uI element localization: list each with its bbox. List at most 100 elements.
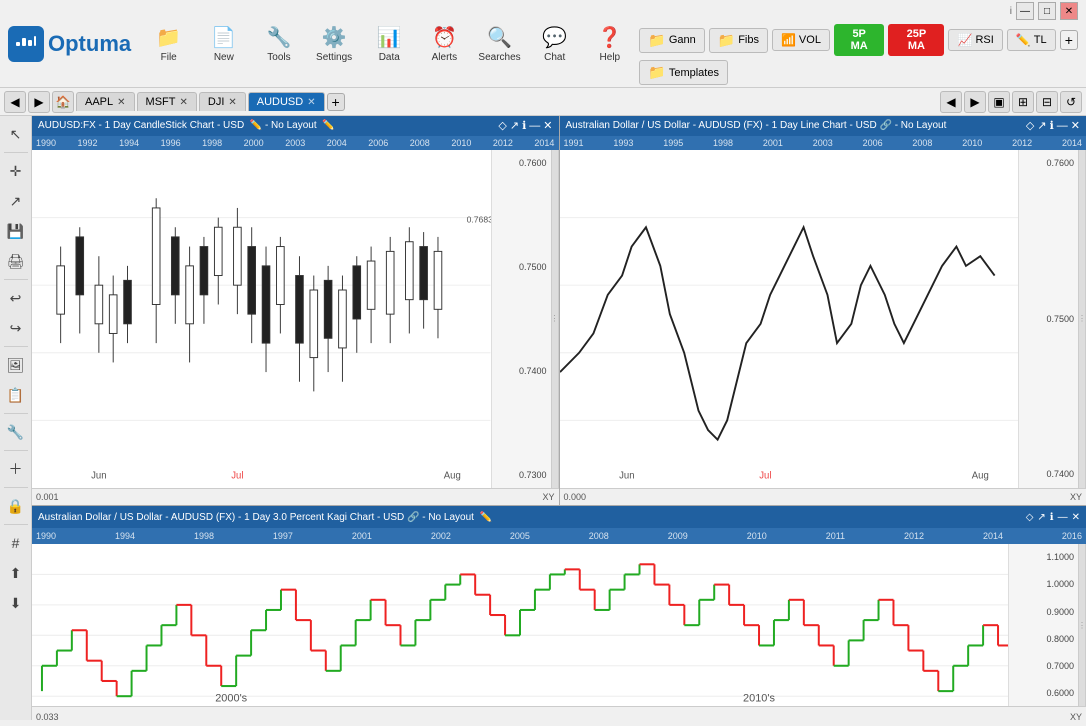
tab-aapl-close[interactable]: ✕ bbox=[117, 97, 125, 108]
kagi-timeline-labels: 1990 1994 1998 1997 2001 2002 2005 2008 … bbox=[36, 531, 1082, 541]
kagi-minimize-icon[interactable]: — bbox=[1058, 512, 1068, 523]
kagi-bottom-bar: 0.033 XY bbox=[32, 706, 1086, 726]
tab-msft-label: MSFT bbox=[146, 96, 176, 108]
tl-button[interactable]: ✏️ TL bbox=[1007, 29, 1056, 51]
close-chart-icon[interactable]: ✕ bbox=[543, 119, 552, 132]
toolbar-new[interactable]: 📄 New bbox=[198, 21, 249, 67]
sidebar-crosshair-icon[interactable]: ✛ bbox=[2, 157, 30, 185]
win-close[interactable]: ✕ bbox=[1060, 2, 1078, 20]
nav-home[interactable]: 🏠 bbox=[52, 91, 74, 113]
sidebar-print-icon[interactable]: 🖨 bbox=[2, 247, 30, 275]
resize-handle[interactable]: ⋮ bbox=[551, 150, 559, 488]
ma5p-button[interactable]: 5P MA bbox=[834, 24, 884, 56]
tab-audusd-close[interactable]: ✕ bbox=[307, 97, 315, 108]
svg-text:Aug: Aug bbox=[971, 470, 988, 481]
rsi-button[interactable]: 📈 RSI bbox=[948, 29, 1002, 51]
sidebar-plus-icon[interactable]: ＋ bbox=[2, 455, 30, 483]
chat-icon: 💬 bbox=[542, 25, 567, 50]
sidebar-undo-icon[interactable]: ↩ bbox=[2, 284, 30, 312]
nav-layout-options[interactable]: ⊟ bbox=[1036, 91, 1058, 113]
line-header-icons: ◇ ↗ ℹ — ✕ bbox=[1026, 119, 1080, 132]
nav-layout-grid[interactable]: ⊞ bbox=[1012, 91, 1034, 113]
toolbar-settings[interactable]: ⚙️ Settings bbox=[309, 21, 360, 67]
line-bottom-bar: 0.000 XY bbox=[560, 488, 1086, 506]
ma25p-button[interactable]: 25P MA bbox=[888, 24, 944, 56]
tab-msft[interactable]: MSFT ✕ bbox=[137, 92, 197, 111]
sidebar-save-icon[interactable]: 💾 bbox=[2, 217, 30, 245]
toolbar-tools[interactable]: 🔧 Tools bbox=[253, 21, 304, 67]
line-expand-icon[interactable]: ↗ bbox=[1037, 119, 1046, 132]
pin-icon[interactable]: ◇ bbox=[498, 119, 506, 132]
add-tab-button[interactable]: + bbox=[327, 93, 345, 111]
sidebar-sep-5 bbox=[4, 450, 28, 451]
sidebar-upload-icon[interactable]: ⬆ bbox=[2, 559, 30, 587]
tools-icon: 🔧 bbox=[267, 25, 292, 50]
toolbar-searches[interactable]: 🔍 Searches bbox=[474, 21, 525, 67]
sidebar-sep-2 bbox=[4, 279, 28, 280]
tl-label: TL bbox=[1034, 34, 1047, 46]
svg-text:Jul: Jul bbox=[231, 470, 243, 481]
info-icon[interactable]: ℹ bbox=[522, 119, 526, 132]
line-resize-handle[interactable]: ⋮ bbox=[1078, 150, 1086, 488]
gann-label: Gann bbox=[669, 34, 696, 46]
expand-icon[interactable]: ↗ bbox=[510, 119, 519, 132]
sidebar-cursor-icon[interactable]: ↖ bbox=[2, 120, 30, 148]
add-toolbar-button[interactable]: + bbox=[1060, 30, 1078, 50]
line-info-icon[interactable]: ℹ bbox=[1050, 119, 1054, 132]
toolbar-file[interactable]: 📁 File bbox=[143, 21, 194, 67]
minimize-chart-icon[interactable]: — bbox=[529, 120, 540, 132]
kagi-expand-icon[interactable]: ↗ bbox=[1037, 512, 1045, 523]
candlestick-axis: 0.7600 0.7500 0.7400 0.7300 bbox=[491, 150, 551, 488]
candlestick-timeline: 1990 1992 1994 1996 1998 2000 2003 2004 … bbox=[32, 136, 559, 150]
sidebar-sep-4 bbox=[4, 413, 28, 414]
templates-button[interactable]: 📁 Templates bbox=[639, 60, 728, 85]
fibs-button[interactable]: 📁 Fibs bbox=[709, 28, 768, 53]
candlestick-body[interactable]: Jun Jul Aug 0.7683 bbox=[32, 150, 491, 488]
tab-aapl[interactable]: AAPL ✕ bbox=[76, 92, 135, 111]
nav-layout-single[interactable]: ▣ bbox=[988, 91, 1010, 113]
kagi-pin-icon[interactable]: ◇ bbox=[1026, 512, 1034, 523]
toolbar-alerts[interactable]: ⏰ Alerts bbox=[419, 21, 470, 67]
sidebar-redo-icon[interactable]: ↪ bbox=[2, 314, 30, 342]
sidebar-wrench-icon[interactable]: 🔧 bbox=[2, 418, 30, 446]
nav-prev-chart[interactable]: ◀ bbox=[940, 91, 962, 113]
tab-aapl-label: AAPL bbox=[85, 96, 113, 108]
kagi-info-icon[interactable]: ℹ bbox=[1050, 512, 1054, 523]
new-icon: 📄 bbox=[211, 25, 236, 50]
kagi-scale: 0.033 bbox=[36, 712, 59, 722]
sidebar-lock-icon[interactable]: 🔒 bbox=[2, 492, 30, 520]
nav-back[interactable]: ◀ bbox=[4, 91, 26, 113]
nav-right-controls: ◀ ▶ ▣ ⊞ ⊟ ↺ bbox=[940, 91, 1082, 113]
line-close-icon[interactable]: ✕ bbox=[1071, 119, 1080, 132]
sidebar-grid-icon[interactable]: # bbox=[2, 529, 30, 557]
toolbar-help[interactable]: ❓ Help bbox=[584, 21, 635, 67]
line-pin-icon[interactable]: ◇ bbox=[1026, 119, 1034, 132]
tab-dji-close[interactable]: ✕ bbox=[228, 97, 236, 108]
nav-refresh[interactable]: ↺ bbox=[1060, 91, 1082, 113]
kagi-resize-handle[interactable]: ⋮ bbox=[1078, 544, 1086, 706]
kagi-body[interactable]: 2000's 2010's bbox=[32, 544, 1008, 706]
win-minimize[interactable]: — bbox=[1016, 2, 1034, 20]
kagi-xy: XY bbox=[1070, 712, 1082, 722]
chat-label: Chat bbox=[544, 52, 565, 63]
tab-dji[interactable]: DJI ✕ bbox=[199, 92, 246, 111]
tab-audusd[interactable]: AUDUSD ✕ bbox=[248, 92, 325, 111]
nav-next-chart[interactable]: ▶ bbox=[964, 91, 986, 113]
toolbar-data[interactable]: 📊 Data bbox=[364, 21, 415, 67]
nav-forward[interactable]: ▶ bbox=[28, 91, 50, 113]
gann-button[interactable]: 📁 Gann bbox=[639, 28, 704, 53]
sidebar-download-icon[interactable]: ⬇ bbox=[2, 589, 30, 617]
sidebar-sep-6 bbox=[4, 487, 28, 488]
sidebar-image-icon[interactable]: 🖼 bbox=[2, 351, 30, 379]
win-maximize[interactable]: □ bbox=[1038, 2, 1056, 20]
kagi-axis: 1.1000 1.0000 0.9000 0.8000 0.7000 0.600… bbox=[1008, 544, 1078, 706]
line-minimize-icon[interactable]: — bbox=[1057, 120, 1068, 132]
candlestick-scale: 0.001 bbox=[36, 492, 59, 502]
line-body[interactable]: Jun Jul Aug bbox=[560, 150, 1019, 488]
vol-button[interactable]: 📶 VOL bbox=[772, 29, 830, 51]
toolbar-chat[interactable]: 💬 Chat bbox=[529, 21, 580, 67]
sidebar-layers-icon[interactable]: 📋 bbox=[2, 381, 30, 409]
sidebar-arrow-icon[interactable]: ↗ bbox=[2, 187, 30, 215]
kagi-close-icon[interactable]: ✕ bbox=[1072, 512, 1080, 523]
tab-msft-close[interactable]: ✕ bbox=[179, 97, 187, 108]
